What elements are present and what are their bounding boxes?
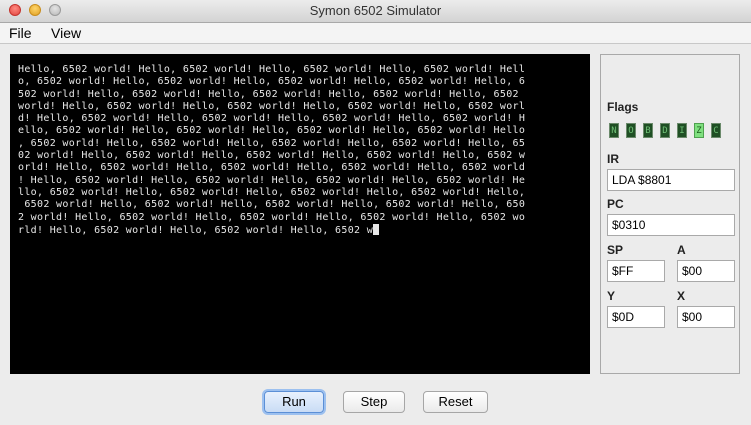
terminal-line: 502 world! Hello, 6502 world! Hello, 650… — [18, 88, 519, 100]
terminal-line: ! Hello, 6502 world! Hello, 6502 world! … — [18, 174, 526, 186]
menu-view[interactable]: View — [51, 25, 81, 41]
flag-i: I — [677, 123, 687, 138]
terminal-line: world! Hello, 6502 world! Hello, 6502 wo… — [18, 100, 526, 112]
flag-o: O — [626, 123, 636, 138]
terminal-line: o, 6502 world! Hello, 6502 world! Hello,… — [18, 76, 526, 88]
flag-n: N — [609, 123, 619, 138]
step-button[interactable]: Step — [343, 391, 405, 413]
terminal-line: rld! Hello, 6502 world! Hello, 6502 worl… — [18, 223, 582, 236]
terminal-console[interactable]: Hello, 6502 world! Hello, 6502 world! He… — [10, 54, 590, 374]
terminal-line: 6502 world! Hello, 6502 world! Hello, 65… — [18, 199, 526, 211]
run-button[interactable]: Run — [264, 391, 324, 413]
x-field[interactable]: $00 — [677, 306, 735, 328]
ir-label: IR — [607, 152, 619, 166]
terminal-line: llo, 6502 world! Hello, 6502 world! Hell… — [18, 186, 526, 198]
menu-file[interactable]: File — [9, 25, 32, 41]
window-title: Symon 6502 Simulator — [309, 3, 442, 18]
register-panel: Flags NOBDIZC IR LDA $8801 PC $0310 SP $… — [600, 54, 740, 374]
flag-b: B — [643, 123, 653, 138]
terminal-line: Hello, 6502 world! Hello, 6502 world! He… — [18, 64, 526, 75]
menu-bar: File View — [0, 23, 751, 44]
terminal-line: ello, 6502 world! Hello, 6502 world! Hel… — [18, 125, 526, 137]
flags-label: Flags — [607, 100, 639, 114]
y-label: Y — [607, 289, 616, 303]
terminal-line: , 6502 world! Hello, 6502 world! Hello, … — [18, 137, 526, 149]
a-field[interactable]: $00 — [677, 260, 735, 282]
sp-field[interactable]: $FF — [607, 260, 665, 282]
pc-label: PC — [607, 197, 624, 211]
terminal-line: 02 world! Hello, 6502 world! Hello, 6502… — [18, 150, 526, 162]
terminal-output: Hello, 6502 world! Hello, 6502 world! He… — [18, 64, 582, 236]
terminal-cursor — [373, 223, 380, 235]
x-label: X — [677, 289, 686, 303]
flag-d: D — [660, 123, 670, 138]
pc-field[interactable]: $0310 — [607, 214, 735, 236]
terminal-line: orld! Hello, 6502 world! Hello, 6502 wor… — [18, 162, 526, 174]
sp-label: SP — [607, 243, 624, 257]
ir-field[interactable]: LDA $8801 — [607, 169, 735, 191]
title-bar: Symon 6502 Simulator — [0, 0, 751, 23]
reset-button[interactable]: Reset — [423, 391, 488, 413]
terminal-line: 2 world! Hello, 6502 world! Hello, 6502 … — [18, 211, 526, 223]
flag-c: C — [711, 123, 721, 138]
flag-z: Z — [694, 123, 704, 138]
a-label: A — [677, 243, 686, 257]
terminal-line: d! Hello, 6502 world! Hello, 6502 world!… — [18, 113, 526, 125]
y-field[interactable]: $0D — [607, 306, 665, 328]
